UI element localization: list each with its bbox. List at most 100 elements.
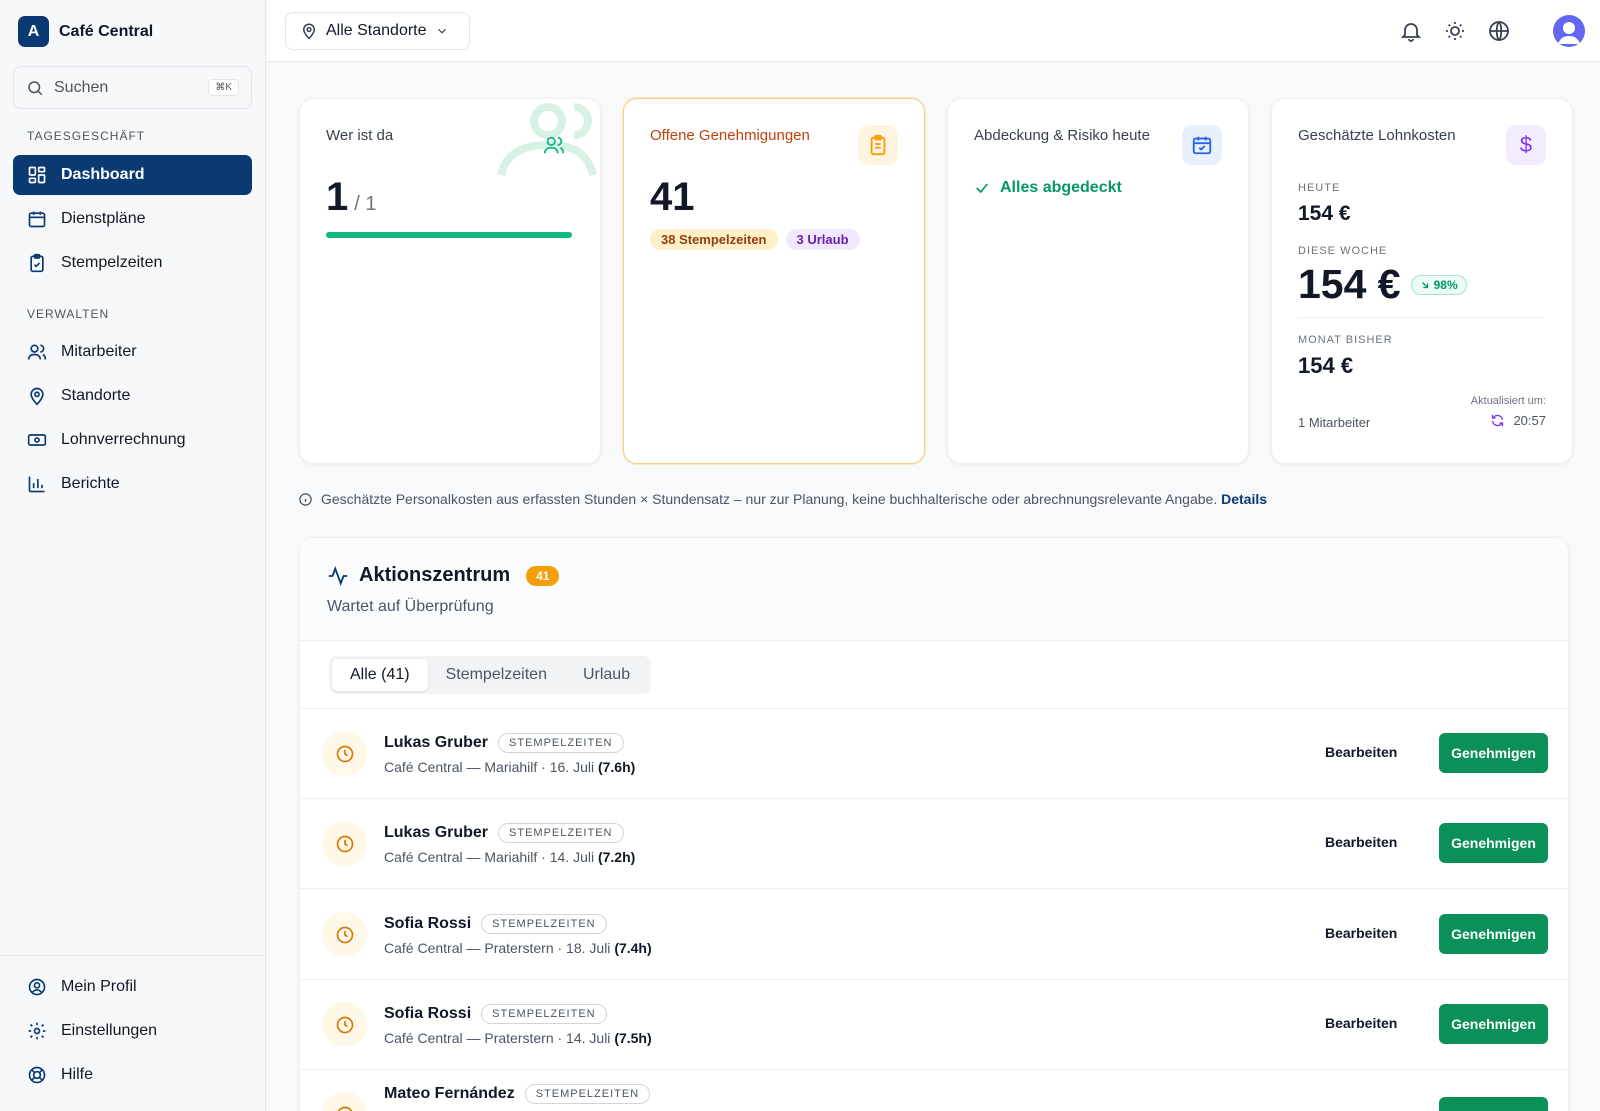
pill-leave[interactable]: 3 Urlaub xyxy=(785,229,860,250)
employee-name: Sofia Rossi xyxy=(384,1005,472,1022)
card-title: Wer ist da xyxy=(326,127,394,144)
clock-icon xyxy=(336,1106,353,1111)
row-tag: STEMPELZEITEN xyxy=(498,823,624,843)
cost-updated-time[interactable]: 20:57 xyxy=(1490,413,1546,428)
cost-today-value: 154 € xyxy=(1298,202,1351,225)
section-label-manage: VERWALTEN xyxy=(27,307,110,321)
tab-leave[interactable]: Urlaub xyxy=(565,659,648,691)
sidebar-item-dashboard[interactable]: Dashboard xyxy=(13,155,252,195)
clock-icon xyxy=(336,1016,353,1033)
coverage-status-label: Alles abgedeckt xyxy=(1000,179,1122,196)
details-link[interactable]: Details xyxy=(1221,491,1267,507)
sidebar-item-schedules[interactable]: Dienstpläne xyxy=(13,199,252,239)
map-pin-icon xyxy=(30,387,44,406)
edit-button[interactable]: Bearbeiten xyxy=(1325,834,1397,850)
card-approvals[interactable]: Offene Genehmigungen 41 38 Stempelzeiten… xyxy=(623,98,925,464)
sidebar-item-employees[interactable]: Mitarbeiter xyxy=(13,332,252,372)
bar-chart-icon xyxy=(28,476,45,493)
cost-today-label: HEUTE xyxy=(1298,182,1341,194)
tab-timesheets[interactable]: Stempelzeiten xyxy=(428,659,565,691)
bell-icon[interactable] xyxy=(1399,19,1423,43)
row-hours: (7.5h) xyxy=(614,1030,652,1046)
card-icon xyxy=(858,125,898,165)
approve-button[interactable]: Genehmigen xyxy=(1439,1004,1548,1044)
pill-timesheets[interactable]: 38 Stempelzeiten xyxy=(650,229,778,250)
calendar-check-icon xyxy=(1192,136,1212,155)
row-name: Mateo Fernández STEMPELZEITEN xyxy=(384,1084,651,1104)
cost-week-label: DIESE WOCHE xyxy=(1298,245,1388,257)
user-avatar-icon xyxy=(1558,22,1580,44)
brand[interactable]: A Café Central xyxy=(18,16,153,47)
search-shortcut: ⌘K xyxy=(208,79,239,96)
employee-name: Lukas Gruber xyxy=(384,734,489,751)
topbar: Alle Standorte xyxy=(267,0,1600,62)
sidebar-item-label: Mein Profil xyxy=(61,978,137,995)
card-costs: Geschätzte Lohnkosten $ HEUTE 154 € DIES… xyxy=(1271,98,1573,464)
table-row: Lukas Gruber STEMPELZEITEN Café Central … xyxy=(300,799,1568,889)
location-select[interactable]: Alle Standorte xyxy=(285,12,470,50)
row-meta: Café Central — Mariahilf · 16. Juli (7.6… xyxy=(384,759,635,775)
row-meta-text: Café Central — Praterstern · 14. Juli xyxy=(384,1030,611,1046)
sidebar-item-label: Stempelzeiten xyxy=(61,254,163,271)
action-center-title: Aktionszentrum 41 xyxy=(327,564,560,587)
map-pin-icon xyxy=(302,23,316,40)
check-icon xyxy=(976,183,988,194)
chevron-down-icon xyxy=(437,28,446,34)
edit-button[interactable]: Bearbeiten xyxy=(1325,1015,1397,1031)
edit-button[interactable]: Bearbeiten xyxy=(1325,925,1397,941)
sidebar-item-label: Berichte xyxy=(61,475,120,492)
dashboard-icon xyxy=(28,166,46,184)
info-text: Geschätzte Personalkosten aus erfassten … xyxy=(321,491,1267,507)
coverage-status: Alles abgedeckt xyxy=(974,179,1122,197)
edit-button[interactable]: Bearbeiten xyxy=(1325,744,1397,760)
sun-icon[interactable] xyxy=(1443,19,1467,43)
cost-week-row: 154 € 98% xyxy=(1298,261,1467,308)
approve-button[interactable]: Genehmigen xyxy=(1439,733,1548,773)
row-tag: STEMPELZEITEN xyxy=(498,733,624,753)
row-hours: (7.2h) xyxy=(597,849,636,865)
brand-name: Café Central xyxy=(59,22,154,40)
avatar[interactable] xyxy=(1553,15,1585,47)
action-center-header: Aktionszentrum 41 Wartet auf Überprüfung xyxy=(300,538,1568,641)
card-coverage: Abdeckung & Risiko heute Alles abgedeckt xyxy=(947,98,1249,464)
cost-updated-label: Aktualisiert um: xyxy=(1470,395,1546,407)
employee-name: Sofia Rossi xyxy=(384,915,472,932)
row-meta-text: Café Central — Mariahilf · 16. Juli xyxy=(384,759,595,775)
presence-progress-track xyxy=(326,232,572,238)
clipboard-list-icon xyxy=(870,134,886,156)
present-value: 1 xyxy=(326,175,349,219)
action-tabs: Alle (41) Stempelzeiten Urlaub xyxy=(329,656,652,694)
approve-button[interactable]: Genehmigen xyxy=(1439,1097,1548,1111)
approvals-count: 41 xyxy=(650,175,695,219)
card-present: Wer ist da 1/ 1 xyxy=(299,98,601,464)
approve-button[interactable]: Genehmigen xyxy=(1439,914,1548,954)
sidebar-item-timesheets[interactable]: Stempelzeiten xyxy=(13,243,252,283)
sidebar-item-profile[interactable]: Mein Profil xyxy=(13,967,252,1007)
card-title: Abdeckung & Risiko heute xyxy=(974,127,1150,144)
action-center: Aktionszentrum 41 Wartet auf Überprüfung… xyxy=(299,537,1569,1111)
sidebar-item-reports[interactable]: Berichte xyxy=(13,464,252,504)
table-row: Lukas Gruber STEMPELZEITEN Café Central … xyxy=(300,709,1568,799)
tab-all[interactable]: Alle (41) xyxy=(332,659,428,691)
card-icon xyxy=(1182,125,1222,165)
cost-updated-time-value: 20:57 xyxy=(1513,413,1546,428)
row-tag: STEMPELZEITEN xyxy=(524,1084,651,1104)
sidebar-item-payroll[interactable]: Lohnverrechnung xyxy=(13,420,252,460)
presence-progress-fill xyxy=(326,232,572,238)
row-name: Lukas Gruber STEMPELZEITEN xyxy=(384,823,624,843)
sidebar-item-help[interactable]: Hilfe xyxy=(13,1055,252,1095)
row-tag: STEMPELZEITEN xyxy=(481,914,607,934)
globe-icon[interactable] xyxy=(1487,19,1511,43)
cost-week-change: 98% xyxy=(1410,274,1467,295)
card-icon xyxy=(534,125,574,165)
user-circle-icon xyxy=(28,978,46,996)
search-input[interactable]: Suchen ⌘K xyxy=(13,66,252,109)
approve-button[interactable]: Genehmigen xyxy=(1439,823,1548,863)
row-hours: (7.4h) xyxy=(614,940,652,956)
action-center-subtitle: Wartet auf Überprüfung xyxy=(327,598,494,615)
sidebar-item-settings[interactable]: Einstellungen xyxy=(13,1011,252,1051)
row-name: Sofia Rossi STEMPELZEITEN xyxy=(384,914,607,934)
sidebar-item-label: Hilfe xyxy=(61,1066,94,1083)
clipboard-check-icon xyxy=(30,253,44,273)
sidebar-item-locations[interactable]: Standorte xyxy=(13,376,252,416)
